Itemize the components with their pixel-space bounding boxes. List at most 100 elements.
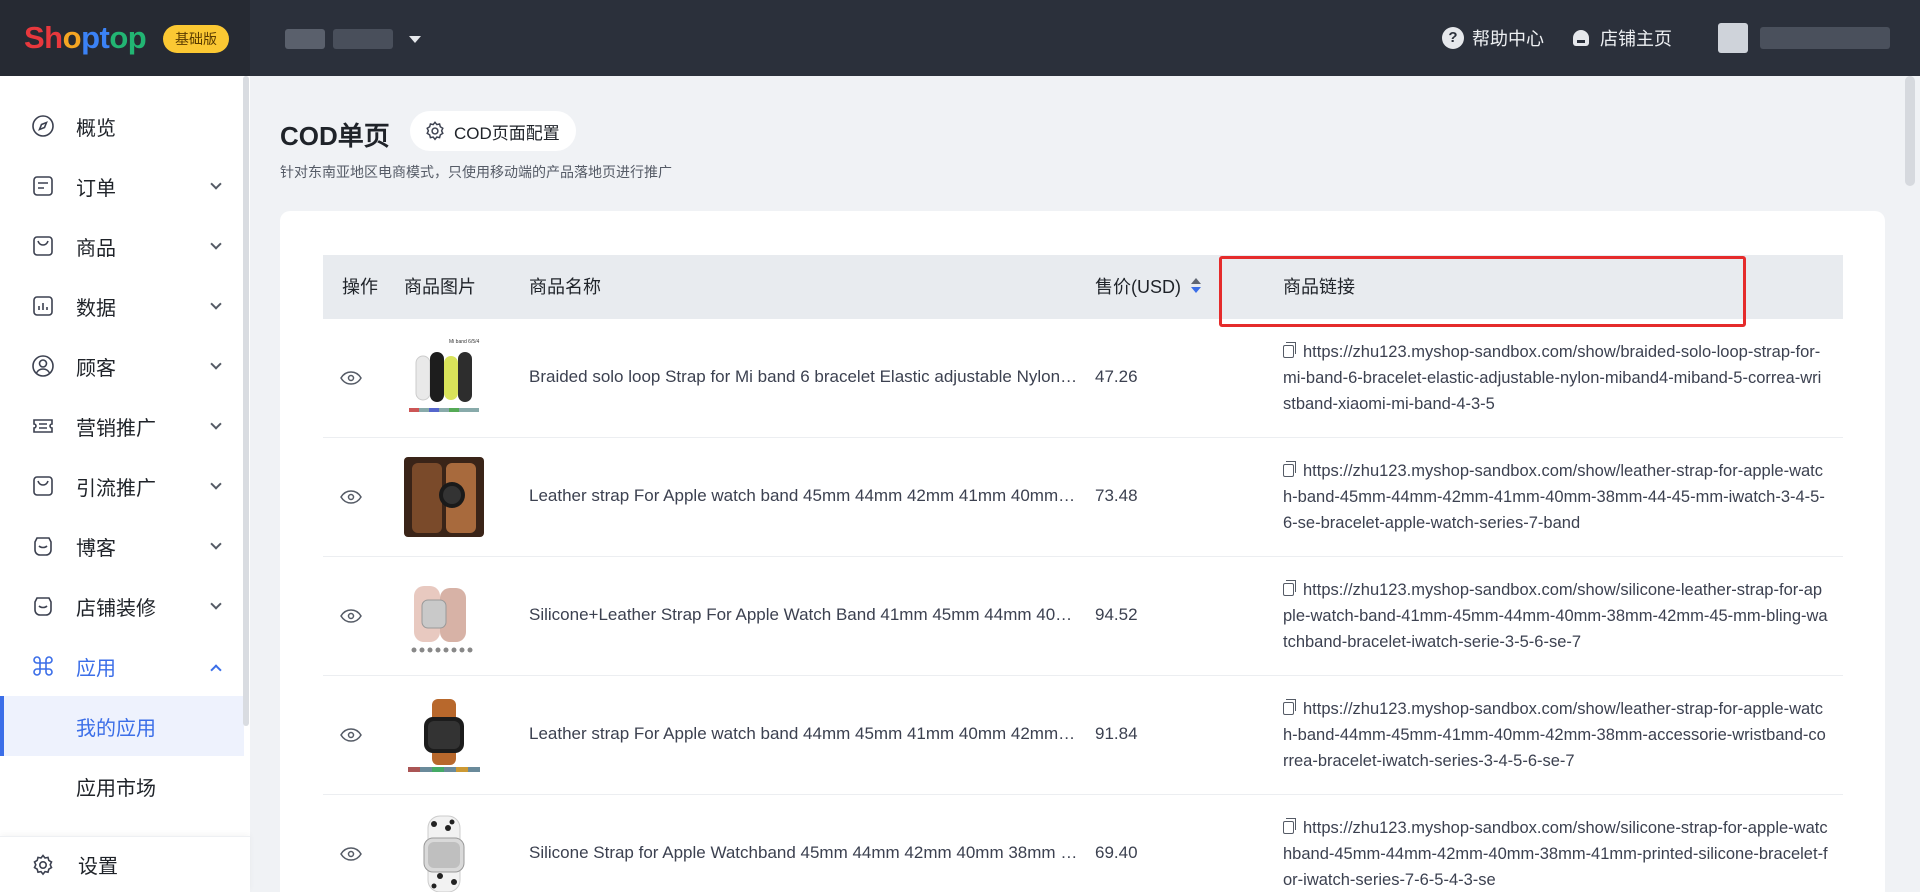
- sidebar-subitem-label: 我的应用: [76, 717, 156, 740]
- table-row: Silicone+Leather Strap For Apple Watch B…: [323, 557, 1843, 676]
- chevron-down-icon: [210, 178, 222, 190]
- sidebar-item-label: 引流推广: [76, 477, 156, 500]
- copy-icon[interactable]: [1283, 699, 1296, 715]
- product-name[interactable]: Leather strap For Apple watch band 45mm …: [529, 486, 1079, 506]
- sidebar-item-settings[interactable]: 设置: [0, 836, 250, 892]
- product-link[interactable]: https://zhu123.myshop-sandbox.com/show/l…: [1283, 458, 1828, 536]
- sidebar-item-apps[interactable]: 应用: [0, 636, 250, 696]
- sidebar-subitem-app-market[interactable]: 应用市场: [0, 756, 244, 816]
- product-link[interactable]: https://zhu123.myshop-sandbox.com/show/s…: [1283, 577, 1828, 655]
- product-link-text: https://zhu123.myshop-sandbox.com/show/s…: [1283, 819, 1828, 889]
- sidebar-item-overview[interactable]: 概览: [0, 96, 250, 156]
- store-home-link[interactable]: 店铺主页: [1570, 25, 1672, 51]
- sort-icon[interactable]: [1191, 278, 1201, 294]
- page-title: COD单页: [280, 121, 390, 151]
- sidebar-item-label: 店铺装修: [76, 597, 156, 620]
- copy-icon[interactable]: [1283, 580, 1296, 596]
- product-name[interactable]: Silicone+Leather Strap For Apple Watch B…: [529, 605, 1079, 625]
- table-row: Silicone Strap for Apple Watchband 45mm …: [323, 795, 1843, 892]
- store-name-blurred: [333, 29, 393, 49]
- sidebar-scrollbar[interactable]: [243, 76, 249, 726]
- sidebar-item-label: 数据: [76, 297, 116, 320]
- product-image[interactable]: Mi band 6/5/4: [404, 338, 484, 418]
- store-icon: [1570, 27, 1592, 49]
- sidebar-item-label: 应用: [76, 657, 116, 680]
- logo-area: Shoptop 基础版: [0, 0, 250, 76]
- eye-icon[interactable]: [340, 728, 362, 742]
- sidebar-item-products[interactable]: 商品: [0, 216, 250, 276]
- top-right-actions: ? 帮助中心 店铺主页: [1442, 0, 1920, 76]
- product-link[interactable]: https://zhu123.myshop-sandbox.com/show/b…: [1283, 339, 1828, 417]
- page-scrollbar[interactable]: [1905, 76, 1915, 186]
- eye-icon[interactable]: [340, 847, 362, 861]
- column-header-action: 操作: [342, 277, 378, 297]
- eye-icon[interactable]: [340, 371, 362, 385]
- product-name[interactable]: Leather strap For Apple watch band 44mm …: [529, 724, 1079, 744]
- column-header-image: 商品图片: [404, 277, 476, 297]
- product-name[interactable]: Braided solo loop Strap for Mi band 6 br…: [529, 367, 1079, 387]
- sidebar-item-orders[interactable]: 订单: [0, 156, 250, 216]
- chart-icon: [33, 296, 53, 316]
- table-row: Leather strap For Apple watch band 45mm …: [323, 438, 1843, 557]
- table-row: Leather strap For Apple watch band 44mm …: [323, 676, 1843, 795]
- store-avatar-blurred: [285, 29, 325, 49]
- product-price: 91.84: [1095, 724, 1138, 743]
- apps-icon: [33, 656, 53, 676]
- sidebar-item-customers[interactable]: 顾客: [0, 336, 250, 396]
- copy-icon[interactable]: [1283, 461, 1296, 477]
- compass-icon: [32, 115, 54, 137]
- product-link-text: https://zhu123.myshop-sandbox.com/show/b…: [1283, 343, 1822, 413]
- price-header-label: 售价(USD): [1095, 277, 1181, 297]
- help-center-label: 帮助中心: [1472, 29, 1544, 49]
- sidebar-item-data[interactable]: 数据: [0, 276, 250, 336]
- store-home-label: 店铺主页: [1600, 29, 1672, 49]
- page-description: 针对东南亚地区电商模式，只使用移动端的产品落地页进行推广: [280, 164, 672, 180]
- top-bar: Shoptop 基础版 ? 帮助中心 店铺主页: [0, 0, 1920, 76]
- cod-config-label: COD页面配置: [454, 123, 560, 143]
- user-name-blurred: [1760, 27, 1890, 49]
- sidebar-item-traffic[interactable]: 引流推广: [0, 456, 250, 516]
- sidebar-item-label: 概览: [76, 117, 116, 140]
- shoptop-logo[interactable]: Shoptop: [24, 20, 147, 56]
- product-image[interactable]: [404, 457, 484, 537]
- product-price: 73.48: [1095, 486, 1138, 505]
- store-selector[interactable]: [285, 24, 421, 54]
- chevron-down-icon: [210, 478, 222, 490]
- sidebar-item-store-design[interactable]: 店铺装修: [0, 576, 250, 636]
- help-center-link[interactable]: ? 帮助中心: [1442, 25, 1544, 51]
- avatar: [1718, 23, 1748, 53]
- copy-icon[interactable]: [1283, 342, 1296, 358]
- gear-icon: [426, 121, 444, 141]
- sidebar-item-blog[interactable]: 博客: [0, 516, 250, 576]
- product-link-text: https://zhu123.myshop-sandbox.com/show/s…: [1283, 581, 1828, 651]
- sidebar-item-label: 订单: [76, 177, 116, 200]
- copy-icon[interactable]: [1283, 818, 1296, 834]
- chevron-down-icon: [210, 598, 222, 610]
- help-icon: ?: [1442, 27, 1464, 49]
- blog-icon: [34, 537, 52, 556]
- product-price: 69.40: [1095, 843, 1138, 862]
- eye-icon[interactable]: [340, 609, 362, 623]
- svg-text:Mi band 6/5/4: Mi band 6/5/4: [449, 339, 480, 345]
- cod-config-button[interactable]: COD页面配置: [410, 111, 576, 151]
- sidebar: 概览 订单 商品 数据 顾客 营销推广 引流推广 博客 店铺装修 应用 我的应用…: [0, 76, 250, 892]
- ticket-icon: [33, 419, 53, 433]
- product-image[interactable]: [404, 695, 484, 775]
- chevron-down-icon: [210, 238, 222, 250]
- product-image[interactable]: [404, 814, 484, 892]
- column-header-name: 商品名称: [529, 277, 601, 297]
- eye-icon[interactable]: [340, 490, 362, 504]
- column-header-price[interactable]: 售价(USD): [1095, 255, 1201, 319]
- sidebar-item-marketing[interactable]: 营销推广: [0, 396, 250, 456]
- sidebar-subitem-my-apps[interactable]: 我的应用: [0, 696, 244, 756]
- chevron-down-icon: [210, 538, 222, 550]
- product-link[interactable]: https://zhu123.myshop-sandbox.com/show/s…: [1283, 815, 1828, 892]
- user-menu[interactable]: [1718, 23, 1890, 53]
- product-name[interactable]: Silicone Strap for Apple Watchband 45mm …: [529, 843, 1079, 863]
- sidebar-subitem-label: 应用市场: [76, 777, 156, 800]
- product-price: 47.26: [1095, 367, 1138, 386]
- product-link[interactable]: https://zhu123.myshop-sandbox.com/show/l…: [1283, 696, 1828, 774]
- sidebar-item-label: 顾客: [76, 357, 116, 380]
- chevron-down-icon: [409, 35, 421, 43]
- product-image[interactable]: [404, 576, 484, 656]
